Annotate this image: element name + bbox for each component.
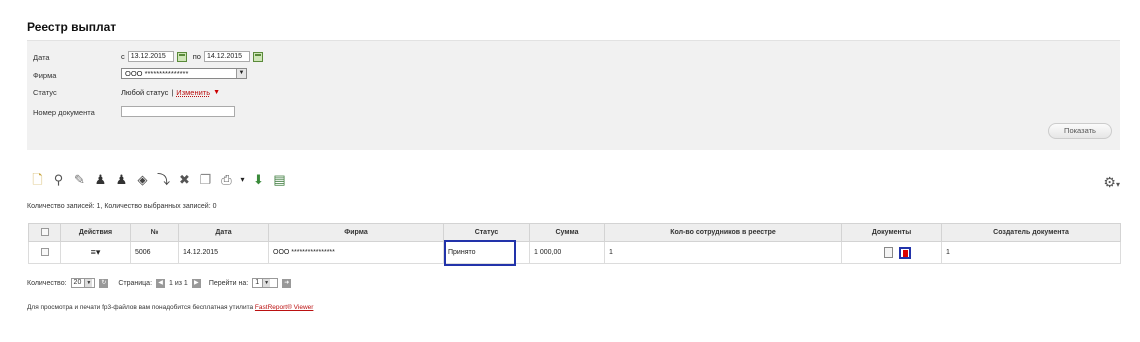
row-checkbox-cell[interactable] <box>28 241 61 264</box>
docnum-input[interactable] <box>121 106 235 117</box>
gear-icon[interactable]: ⚙▾ <box>1103 174 1120 191</box>
col-documents[interactable]: Документы <box>841 223 942 242</box>
show-button[interactable]: Показать <box>1048 123 1112 139</box>
row-checkbox[interactable] <box>40 247 49 256</box>
col-status[interactable]: Статус <box>443 223 530 242</box>
count-value: 20 <box>73 279 82 286</box>
date-to-input[interactable]: 14.12.2015 <box>203 51 250 62</box>
col-actions[interactable]: Действия <box>60 223 131 242</box>
user-approve-icon[interactable]: ♟ <box>93 172 108 187</box>
chevron-down-icon: ▼ <box>236 69 246 78</box>
row-firm: ООО **************** <box>268 241 444 264</box>
next-page-icon[interactable]: ▶ <box>191 278 201 288</box>
firm-label: Фирма <box>33 71 57 80</box>
filter-panel: Дата с 13.12.2015 по 14.12.2015 Фирма ОО… <box>27 40 1120 150</box>
row-sum: 1 000,00 <box>529 241 605 264</box>
triangle-down-icon[interactable]: ▼ <box>213 89 220 96</box>
col-firm[interactable]: Фирма <box>268 223 444 242</box>
row-creator: 1 <box>941 241 1121 264</box>
status-filter: Любой статус | Изменить ▼ <box>121 88 220 97</box>
print-icon[interactable]: ⎙ <box>219 172 234 187</box>
new-document-icon[interactable]: 🗋 <box>30 172 45 187</box>
export-icon[interactable]: ⬇ <box>251 172 266 187</box>
goto-arrow-icon[interactable]: ➜ <box>282 278 292 288</box>
status-highlight-box <box>444 240 516 266</box>
status-value: Любой статус <box>121 88 169 97</box>
search-icon[interactable]: ⚲ <box>51 172 66 187</box>
docnum-label: Номер документа <box>33 108 95 117</box>
calendar-from-icon[interactable] <box>176 51 187 62</box>
chevron-down-icon[interactable]: ▾ <box>240 172 245 187</box>
date-from-prefix: с <box>121 52 125 61</box>
page-text: 1 из 1 <box>169 279 188 287</box>
edit-icon[interactable]: ✎ <box>72 172 87 187</box>
menu-icon[interactable]: ≡▾ <box>91 247 101 257</box>
col-sum[interactable]: Сумма <box>529 223 605 242</box>
row-number: 5006 <box>130 241 179 264</box>
docnum-field <box>121 106 235 117</box>
date-label: Дата <box>33 53 50 62</box>
count-select[interactable]: 20 ▼ <box>70 278 96 288</box>
delete-icon[interactable]: ✖ <box>177 172 192 187</box>
page-title: Реестр выплат <box>27 20 117 34</box>
row-employees: 1 <box>604 241 842 264</box>
count-label: Количество: <box>27 279 67 287</box>
prev-page-icon[interactable]: ◀ <box>156 278 166 288</box>
copy-icon[interactable]: ❐ <box>198 172 213 187</box>
table-header-row: Действия № Дата Фирма Статус Сумма Кол-в… <box>28 223 1121 242</box>
status-change-link[interactable]: Изменить <box>176 88 210 97</box>
col-select-all[interactable] <box>28 223 61 242</box>
row-date: 14.12.2015 <box>178 241 269 264</box>
goto-value: 1 <box>255 279 260 286</box>
refresh-icon[interactable]: ↻ <box>99 278 109 288</box>
footer-note: Для просмотра и печати fp3-файлов вам по… <box>27 304 313 311</box>
pdf-icon[interactable] <box>899 246 911 259</box>
goto-label: Перейти на: <box>208 279 249 287</box>
records-info: Количество записей: 1, Количество выбран… <box>27 203 217 210</box>
date-to-prefix: по <box>192 52 201 61</box>
firm-select[interactable]: ООО *************** ▼ <box>121 68 247 79</box>
chevron-down-icon: ▼ <box>84 279 93 287</box>
status-label: Статус <box>33 88 57 97</box>
select-all-checkbox[interactable] <box>40 227 49 236</box>
toolbar: 🗋 ⚲ ✎ ♟ ♟ ◈ ⤵ ✖ ❐ ⎙ ▾ ⬇ ▤ <box>30 172 287 187</box>
fastreport-viewer-link[interactable]: FastReport® Viewer <box>255 304 314 311</box>
table-row[interactable]: ≡▾ 5006 14.12.2015 ООО **************** … <box>28 240 1121 266</box>
status-separator: | <box>171 88 174 97</box>
document-icon[interactable] <box>884 247 894 258</box>
date-range: с 13.12.2015 по 14.12.2015 <box>121 51 263 62</box>
row-status-cell: Принято <box>443 240 530 266</box>
row-documents <box>841 241 942 264</box>
calendar-to-icon[interactable] <box>252 51 263 62</box>
col-date[interactable]: Дата <box>178 223 269 242</box>
col-number[interactable]: № <box>130 223 179 242</box>
col-creator[interactable]: Создатель документа <box>941 223 1121 242</box>
firm-field: ООО *************** ▼ <box>121 68 247 79</box>
date-from-input[interactable]: 13.12.2015 <box>127 51 174 62</box>
firm-select-value: ООО *************** <box>125 69 189 78</box>
send-icon[interactable]: ⤵ <box>156 172 171 187</box>
chevron-down-icon: ▼ <box>262 279 271 287</box>
report-icon[interactable]: ▤ <box>272 172 287 187</box>
col-employees[interactable]: Кол-во сотрудников в реестре <box>604 223 842 242</box>
goto-select[interactable]: 1 ▼ <box>252 278 279 288</box>
user-reject-icon[interactable]: ♟ <box>114 172 129 187</box>
tag-icon[interactable]: ◈ <box>135 172 150 187</box>
footer-text: Для просмотра и печати fp3-файлов вам по… <box>27 304 254 311</box>
row-actions-menu[interactable]: ≡▾ <box>60 241 131 264</box>
pager: Количество: 20 ▼ ↻ Страница: ◀ 1 из 1 ▶ … <box>27 278 292 288</box>
payments-table: Действия № Дата Фирма Статус Сумма Кол-в… <box>28 223 1121 266</box>
page-label: Страница: <box>118 279 153 287</box>
